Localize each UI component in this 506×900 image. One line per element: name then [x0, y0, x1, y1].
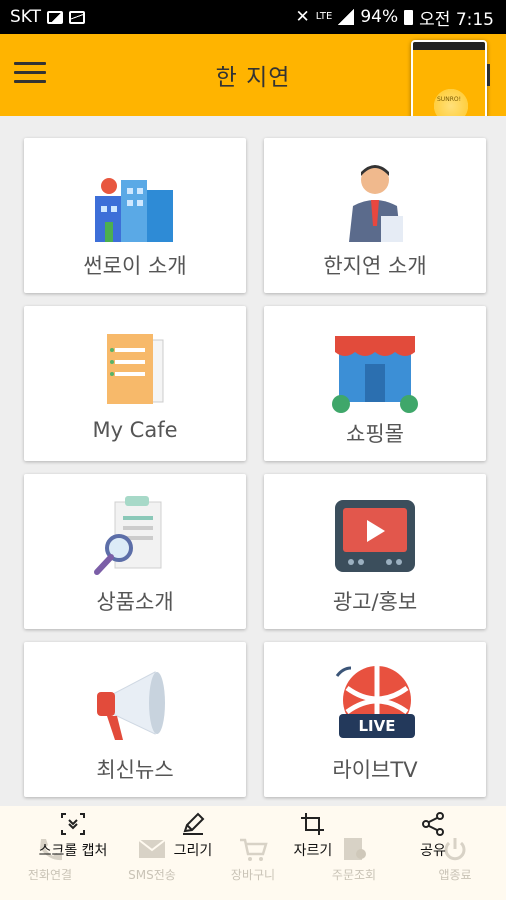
capture-label: 그리기 [173, 843, 213, 859]
mute-icon: ✕ [295, 7, 310, 27]
document-search-icon [94, 496, 162, 575]
buildings-icon [95, 178, 173, 242]
battery-percent: 94% [360, 7, 399, 27]
businessman-icon [349, 165, 403, 242]
app-title: 한 지연 [215, 65, 291, 91]
menu-card-label: 한지연 소개 [323, 254, 427, 278]
menu-card-sunroi-intro[interactable]: 썬로이 소개 [24, 138, 246, 293]
menu-card-label: 라이브TV [332, 758, 418, 782]
crop-icon [301, 813, 324, 835]
preview-logo-text: SUNRO! [437, 96, 461, 103]
menu-grid: 썬로이 소개 한지연 소개 My Cafe 쇼핑몰 상품소개 광고/홍보 최신뉴… [0, 116, 506, 806]
scroll-capture-button[interactable]: 스크롤 캡처 [28, 812, 118, 860]
carrier-label: SKT [10, 7, 42, 27]
tv-play-icon [335, 500, 415, 572]
svg-text:LIVE: LIVE [359, 717, 396, 735]
capture-label: 스크롤 캡처 [38, 843, 108, 859]
megaphone-icon [97, 671, 165, 740]
hamburger-menu-icon[interactable] [14, 62, 46, 86]
bottom-nav-label: SMS전송 [128, 868, 176, 882]
capture-label: 자르기 [293, 843, 333, 859]
menu-card-hanjiyeon-intro[interactable]: 한지연 소개 [264, 138, 486, 293]
menu-card-product-intro[interactable]: 상품소개 [24, 474, 246, 629]
menu-card-shopping-mall[interactable]: 쇼핑몰 [264, 306, 486, 461]
folder-documents-icon [107, 334, 164, 404]
menu-card-label: My Cafe [92, 418, 178, 442]
share-icon [422, 812, 444, 836]
live-globe-icon: LIVE [335, 666, 415, 738]
share-button[interactable]: 공유 [388, 812, 478, 860]
menu-card-advertising[interactable]: 광고/홍보 [264, 474, 486, 629]
menu-card-label: 쇼핑몰 [346, 422, 404, 446]
bottom-nav-label: 앱종료 [438, 868, 472, 882]
signal-icon [338, 9, 355, 25]
draw-button[interactable]: 그리기 [148, 812, 238, 860]
capture-toolbar: 스크롤 캡처 그리기 자르기 공유 [0, 806, 506, 866]
scroll-capture-icon [61, 813, 85, 835]
menu-card-label: 썬로이 소개 [83, 254, 187, 278]
bottom-nav-label: 장바구니 [230, 868, 276, 882]
image-notification-icon [47, 10, 64, 24]
status-right: ✕ LTE 94% 오전 7:15 [295, 5, 494, 30]
status-bar: SKT ✕ LTE 94% 오전 7:15 [0, 0, 506, 34]
crop-button[interactable]: 자르기 [268, 812, 358, 860]
menu-card-label: 최신뉴스 [96, 758, 174, 782]
mail-notification-icon [69, 10, 86, 24]
clock: 오전 7:15 [419, 9, 494, 30]
menu-card-latest-news[interactable]: 최신뉴스 [24, 642, 246, 797]
menu-card-live-tv[interactable]: LIVE 라이브TV [264, 642, 486, 797]
battery-icon [404, 9, 414, 25]
network-type: LTE [315, 11, 333, 22]
menu-card-my-cafe[interactable]: My Cafe [24, 306, 246, 461]
capture-label: 공유 [420, 843, 446, 859]
bottom-nav-label: 전화연결 [27, 868, 73, 882]
status-left: SKT [10, 7, 86, 27]
menu-card-label: 광고/홍보 [332, 590, 418, 614]
storefront-icon [332, 336, 418, 413]
bottom-nav-label: 주문조회 [331, 868, 377, 882]
menu-card-label: 상품소개 [96, 590, 174, 614]
pencil-icon [183, 812, 205, 835]
